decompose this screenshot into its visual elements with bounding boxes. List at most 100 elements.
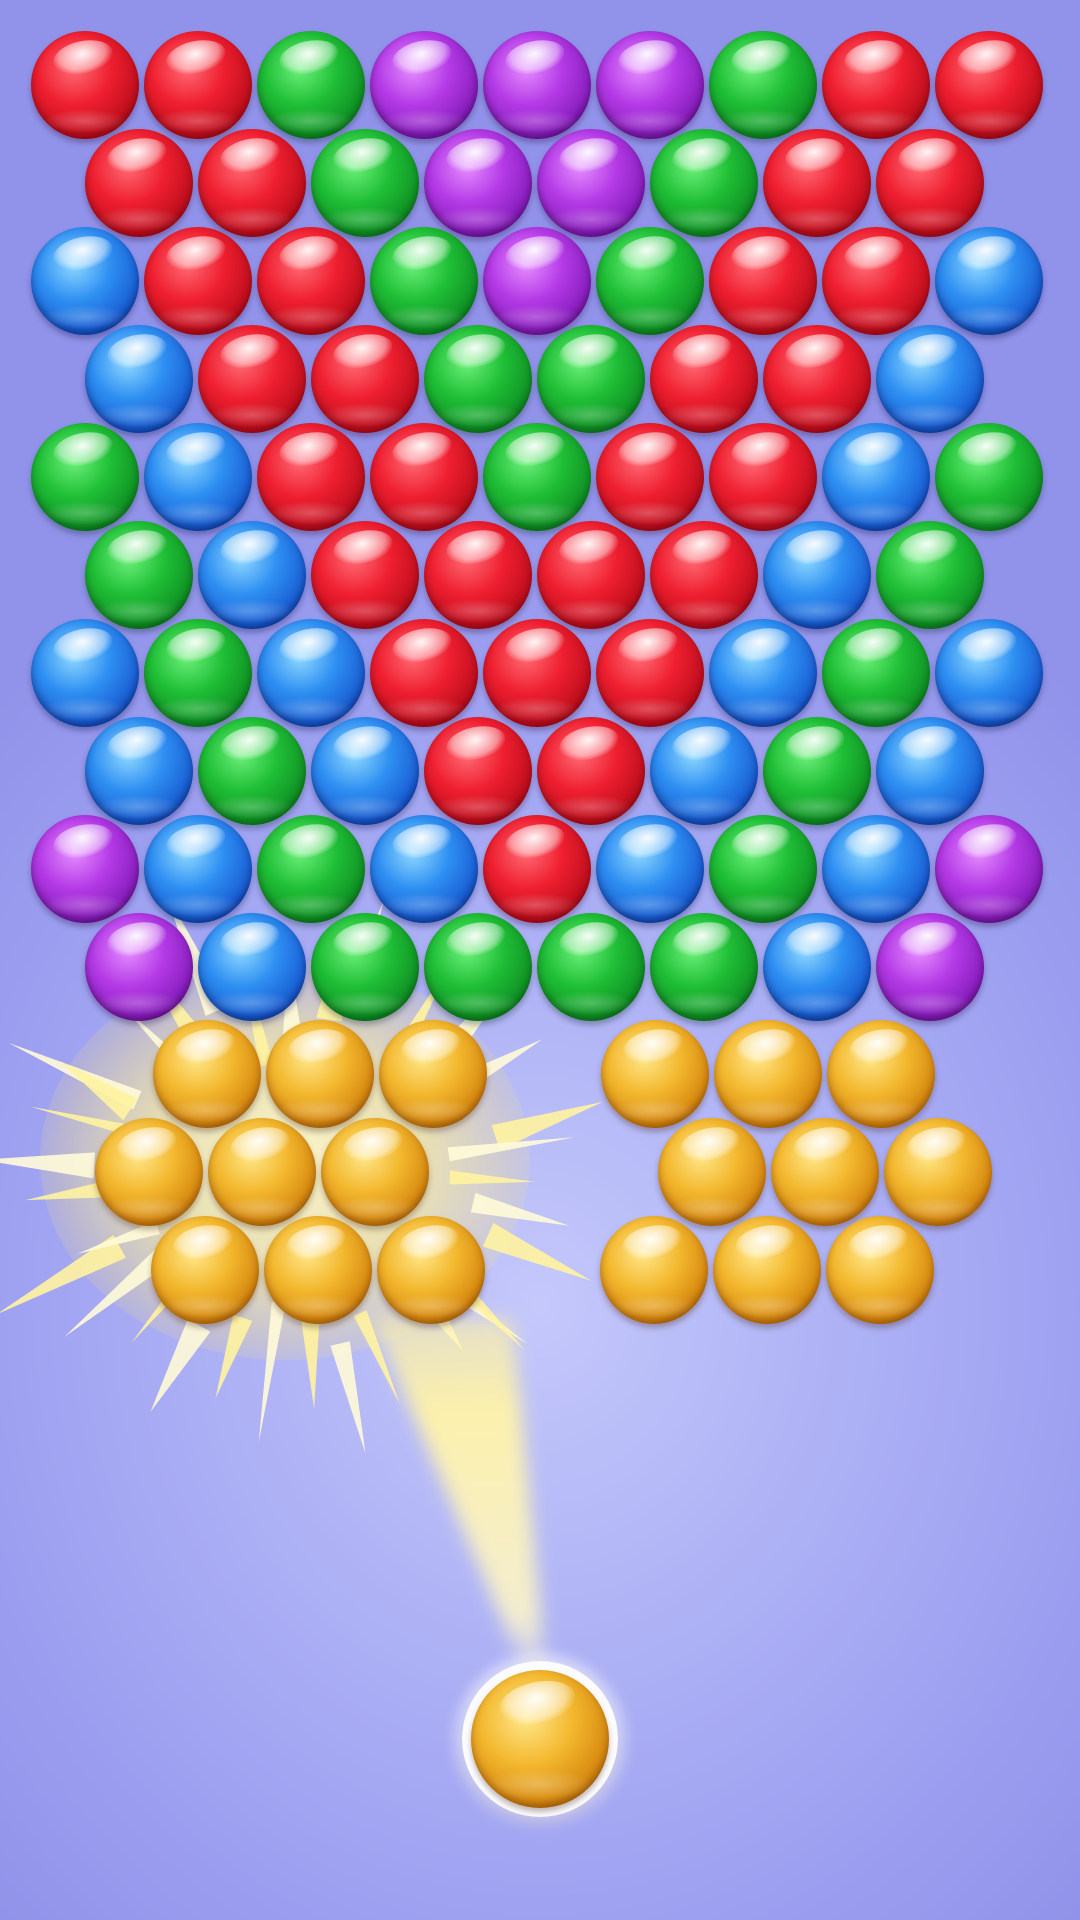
bubble-green xyxy=(650,129,758,237)
bubble-gold xyxy=(827,1020,935,1128)
bubble-blue xyxy=(85,717,193,825)
bubble-gold xyxy=(771,1118,879,1226)
bubble-blue xyxy=(85,325,193,433)
bubble-green xyxy=(709,815,817,923)
game-board[interactable] xyxy=(0,0,1080,1920)
bubble-gold-bursting xyxy=(379,1020,487,1128)
bubble-green xyxy=(537,325,645,433)
bubble-green xyxy=(709,31,817,139)
bubble-red xyxy=(822,31,930,139)
bubble-red xyxy=(709,227,817,335)
bubble-blue xyxy=(822,815,930,923)
bubble-blue xyxy=(596,815,704,923)
bubble-gold-bursting xyxy=(266,1020,374,1128)
bubble-green xyxy=(144,619,252,727)
bubble-green xyxy=(424,913,532,1021)
bubble-gold-bursting xyxy=(151,1216,259,1324)
bubble-gold-bursting xyxy=(321,1118,429,1226)
bubble-green xyxy=(85,521,193,629)
bubble-purple xyxy=(537,129,645,237)
bubble-purple xyxy=(483,31,591,139)
bubble-blue xyxy=(935,619,1043,727)
bubble-red xyxy=(31,31,139,139)
bubble-gold-bursting xyxy=(264,1216,372,1324)
bubble-green xyxy=(763,717,871,825)
bubble-red xyxy=(483,815,591,923)
bubble-blue xyxy=(257,619,365,727)
bubble-blue xyxy=(31,227,139,335)
bubble-red xyxy=(935,31,1043,139)
bubble-red xyxy=(709,423,817,531)
bubble-green xyxy=(31,423,139,531)
bubble-red xyxy=(198,325,306,433)
bubble-gold xyxy=(601,1020,709,1128)
bubble-blue xyxy=(31,619,139,727)
bubble-gold xyxy=(658,1118,766,1226)
bubble-red xyxy=(370,619,478,727)
bubble-gold xyxy=(884,1118,992,1226)
bubble-red xyxy=(144,227,252,335)
bubble-green xyxy=(935,423,1043,531)
bubble-green xyxy=(257,815,365,923)
bubble-gold-bursting xyxy=(153,1020,261,1128)
bubble-green xyxy=(483,423,591,531)
bubble-red xyxy=(257,423,365,531)
bubble-red xyxy=(424,717,532,825)
bubble-red xyxy=(257,227,365,335)
bubble-red xyxy=(650,521,758,629)
bubble-blue xyxy=(144,815,252,923)
bubble-red xyxy=(144,31,252,139)
bubble-green xyxy=(311,129,419,237)
bubble-grid xyxy=(0,0,1080,1920)
bubble-green xyxy=(822,619,930,727)
bubble-purple xyxy=(85,913,193,1021)
bubble-gold-bursting xyxy=(95,1118,203,1226)
bubble-red xyxy=(424,521,532,629)
bubble-blue xyxy=(763,521,871,629)
bubble-red xyxy=(370,423,478,531)
bubble-green xyxy=(537,913,645,1021)
bubble-purple xyxy=(31,815,139,923)
bubble-red xyxy=(311,521,419,629)
bubble-blue xyxy=(144,423,252,531)
bubble-red xyxy=(483,619,591,727)
bubble-red xyxy=(537,717,645,825)
bubble-purple xyxy=(483,227,591,335)
shooter-ball-icon[interactable] xyxy=(471,1670,609,1808)
bubble-blue xyxy=(370,815,478,923)
bubble-red xyxy=(650,325,758,433)
bubble-gold-bursting xyxy=(208,1118,316,1226)
bubble-purple xyxy=(596,31,704,139)
bubble-red xyxy=(822,227,930,335)
bubble-red xyxy=(198,129,306,237)
bubble-red xyxy=(596,619,704,727)
bubble-red xyxy=(763,129,871,237)
bubble-purple xyxy=(370,31,478,139)
bubble-red xyxy=(85,129,193,237)
bubble-gold-bursting xyxy=(377,1216,485,1324)
bubble-green xyxy=(311,913,419,1021)
bubble-blue xyxy=(822,423,930,531)
bubble-red xyxy=(537,521,645,629)
bubble-blue xyxy=(198,521,306,629)
bubble-green xyxy=(424,325,532,433)
bubble-green xyxy=(370,227,478,335)
bubble-green xyxy=(257,31,365,139)
bubble-blue xyxy=(763,913,871,1021)
bubble-blue xyxy=(709,619,817,727)
bubble-blue xyxy=(198,913,306,1021)
bubble-blue xyxy=(935,227,1043,335)
bubble-red xyxy=(876,129,984,237)
bubble-purple xyxy=(935,815,1043,923)
bubble-red xyxy=(311,325,419,433)
shooter[interactable] xyxy=(462,1661,618,1817)
bubble-blue xyxy=(876,717,984,825)
bubble-gold xyxy=(826,1216,934,1324)
bubble-green xyxy=(650,913,758,1021)
bubble-red xyxy=(763,325,871,433)
bubble-purple xyxy=(424,129,532,237)
bubble-purple xyxy=(876,913,984,1021)
bubble-green xyxy=(198,717,306,825)
bubble-blue xyxy=(311,717,419,825)
bubble-blue xyxy=(876,325,984,433)
